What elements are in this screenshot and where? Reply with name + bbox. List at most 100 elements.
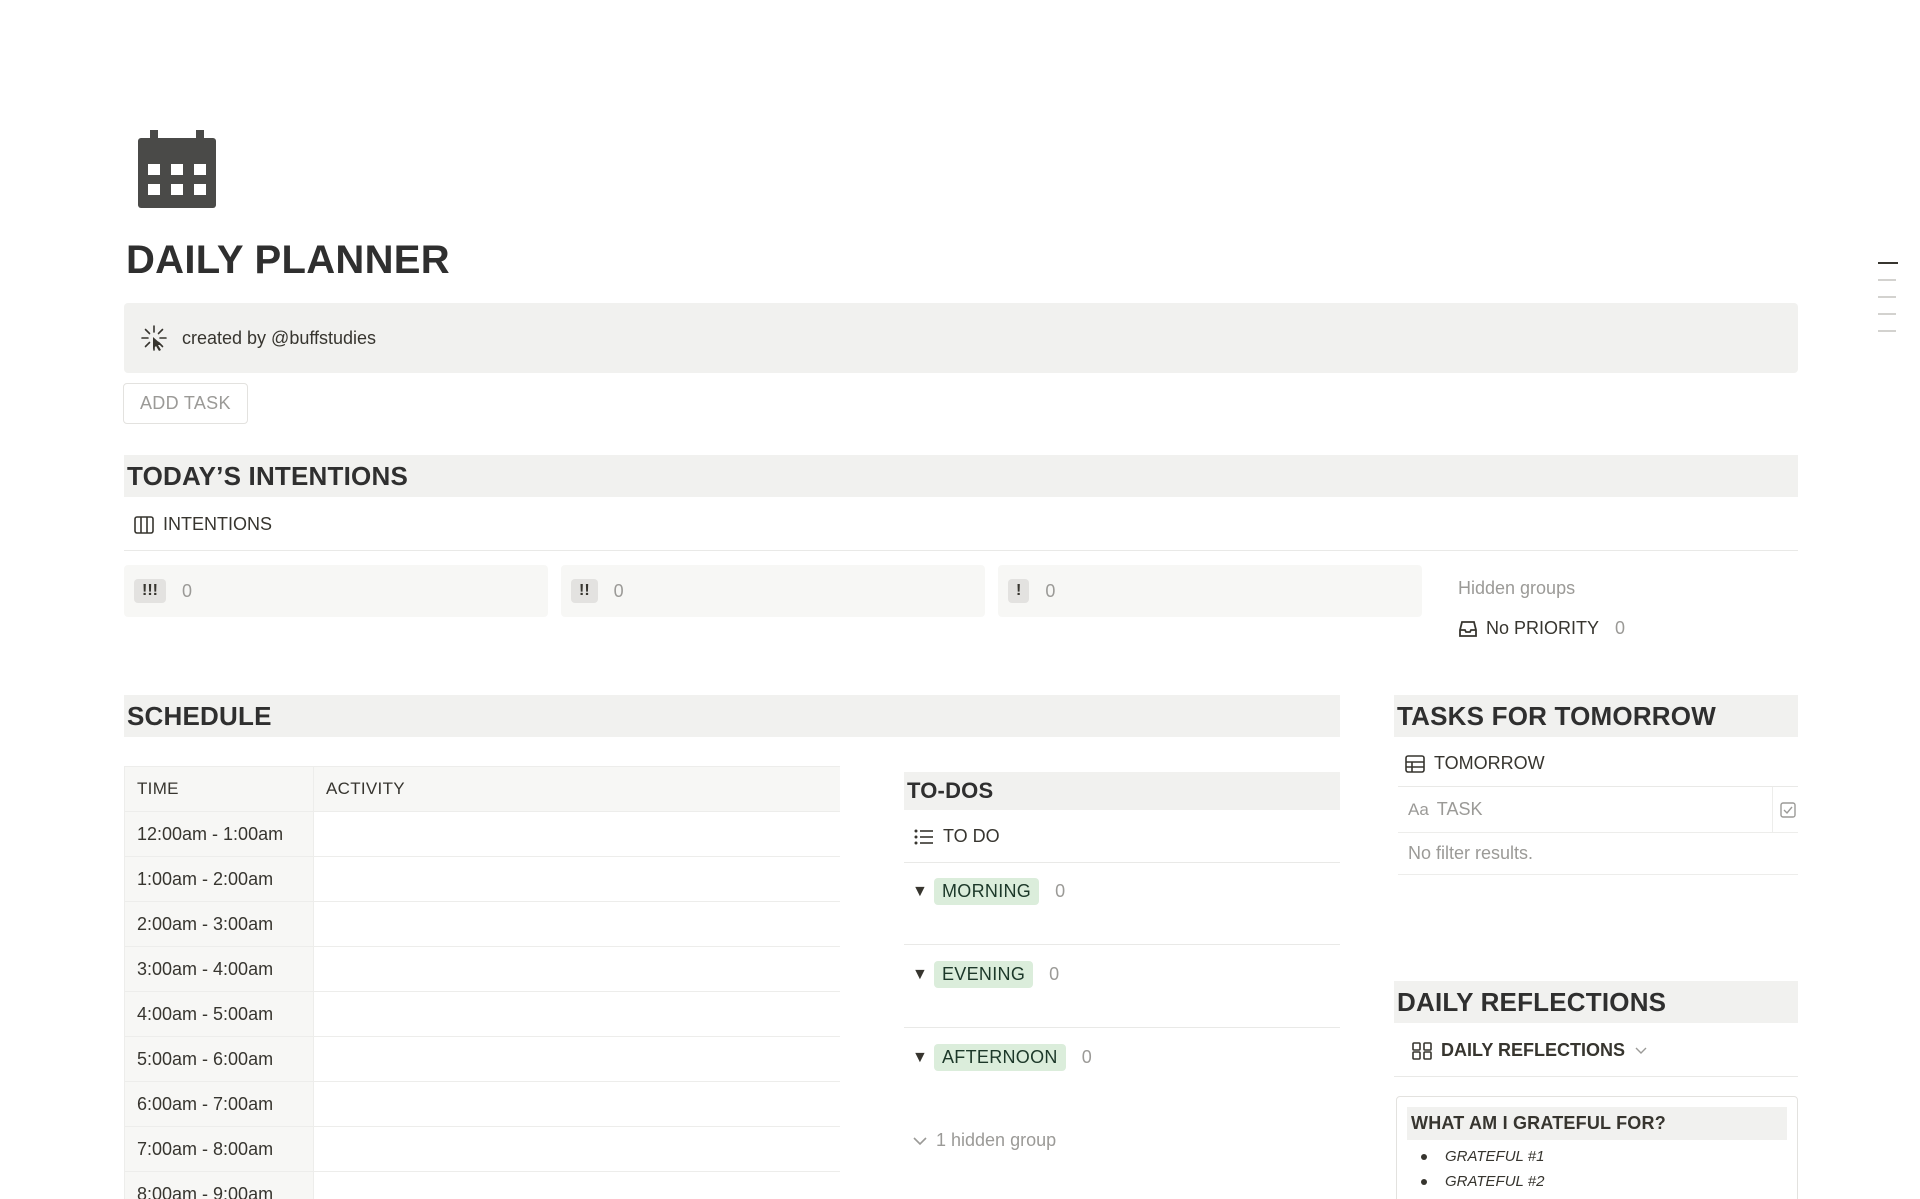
- page-outline[interactable]: [1878, 262, 1898, 347]
- callout-text: created by @buffstudies: [182, 327, 377, 348]
- hidden-group-label: 1 hidden group: [936, 1130, 1057, 1150]
- time-cell[interactable]: 3:00am - 4:00am: [124, 947, 314, 991]
- table-row[interactable]: 7:00am - 8:00am: [124, 1127, 840, 1172]
- tab-todo-label: TO DO: [943, 826, 1000, 846]
- card-title: WHAT AM I GRATEFUL FOR?: [1407, 1107, 1787, 1140]
- list-item: GRATEFUL #1: [1421, 1148, 1787, 1165]
- tab-daily-reflections-label: DAILY REFLECTIONS: [1441, 1040, 1626, 1060]
- gallery-view-icon: [1412, 1041, 1432, 1060]
- activity-cell[interactable]: [314, 1037, 840, 1081]
- table-row[interactable]: 12:00am - 1:00am: [124, 812, 840, 857]
- outline-line[interactable]: [1878, 279, 1896, 281]
- table-row[interactable]: 5:00am - 6:00am: [124, 1037, 840, 1082]
- group-count: 0: [1049, 964, 1060, 984]
- time-cell[interactable]: 8:00am - 9:00am: [124, 1172, 314, 1199]
- priority-badge: !: [1008, 579, 1030, 603]
- time-cell[interactable]: 6:00am - 7:00am: [124, 1082, 314, 1126]
- collapse-triangle-icon[interactable]: ▼: [912, 883, 934, 901]
- column-divider: [1772, 787, 1773, 833]
- tab-intentions[interactable]: INTENTIONS: [134, 514, 272, 535]
- divider: [1394, 1076, 1798, 1077]
- hidden-group-no-priority[interactable]: No PRIORITY 0: [1458, 618, 1625, 639]
- sparkle-cursor-icon: [141, 325, 167, 351]
- page-title: DAILY PLANNER: [126, 238, 450, 282]
- group-afternoon[interactable]: ▼ AFTERNOON 0: [904, 1044, 1092, 1071]
- time-cell[interactable]: 2:00am - 3:00am: [124, 902, 314, 946]
- collapse-triangle-icon[interactable]: ▼: [912, 966, 934, 984]
- group-evening[interactable]: ▼ EVENING 0: [904, 961, 1059, 988]
- tab-daily-reflections[interactable]: DAILY REFLECTIONS: [1412, 1040, 1656, 1061]
- group-tag: MORNING: [934, 878, 1040, 905]
- table-row[interactable]: 1:00am - 2:00am: [124, 857, 840, 902]
- outline-line[interactable]: [1878, 313, 1896, 315]
- schedule-heading: SCHEDULE: [124, 695, 1340, 737]
- chevron-down-icon: [913, 1136, 927, 1145]
- tomorrow-table-header: Aa TASK: [1398, 787, 1798, 833]
- list-view-icon: [914, 829, 933, 844]
- table-view-icon: [1405, 754, 1425, 773]
- column-count: 0: [1045, 580, 1056, 601]
- divider: [904, 944, 1340, 945]
- checkbox-property-icon[interactable]: [1780, 802, 1796, 818]
- column-header-task[interactable]: TASK: [1437, 799, 1483, 820]
- activity-cell[interactable]: [314, 857, 840, 901]
- activity-cell[interactable]: [314, 992, 840, 1036]
- tab-tomorrow[interactable]: TOMORROW: [1405, 753, 1545, 774]
- inbox-icon: [1459, 620, 1477, 637]
- time-cell[interactable]: 4:00am - 5:00am: [124, 992, 314, 1036]
- table-row[interactable]: 4:00am - 5:00am: [124, 992, 840, 1037]
- group-tag: EVENING: [934, 961, 1034, 988]
- table-row[interactable]: 6:00am - 7:00am: [124, 1082, 840, 1127]
- hidden-group-count: 0: [1615, 618, 1626, 638]
- table-row[interactable]: 2:00am - 3:00am: [124, 902, 840, 947]
- group-tag: AFTERNOON: [934, 1044, 1066, 1071]
- collapse-triangle-icon[interactable]: ▼: [912, 1049, 934, 1067]
- reflection-card[interactable]: WHAT AM I GRATEFUL FOR? GRATEFUL #1 GRAT…: [1396, 1096, 1798, 1199]
- time-cell[interactable]: 7:00am - 8:00am: [124, 1127, 314, 1171]
- table-header-row: TIME ACTIVITY: [124, 766, 840, 812]
- table-row[interactable]: 3:00am - 4:00am: [124, 947, 840, 992]
- callout: created by @buffstudies: [124, 303, 1798, 373]
- reflections-heading: DAILY REFLECTIONS: [1394, 981, 1798, 1023]
- priority-badge: !!!: [134, 579, 166, 603]
- activity-cell[interactable]: [314, 1172, 840, 1199]
- intentions-heading: TODAY’S INTENTIONS: [124, 455, 1798, 497]
- list-item: GRATEFUL #2: [1421, 1173, 1787, 1190]
- time-cell[interactable]: 5:00am - 6:00am: [124, 1037, 314, 1081]
- activity-cell[interactable]: [314, 947, 840, 991]
- outline-line-active[interactable]: [1878, 262, 1898, 264]
- column-header-activity[interactable]: ACTIVITY: [314, 767, 840, 811]
- time-cell[interactable]: 1:00am - 2:00am: [124, 857, 314, 901]
- hidden-group-toggle[interactable]: 1 hidden group: [912, 1130, 1056, 1151]
- hidden-group-label: No PRIORITY: [1486, 618, 1600, 638]
- empty-results: No filter results.: [1398, 833, 1798, 875]
- divider: [904, 1027, 1340, 1028]
- divider: [124, 550, 1798, 551]
- group-count: 0: [1081, 1047, 1092, 1067]
- outline-line[interactable]: [1878, 296, 1896, 298]
- column-count: 0: [181, 580, 192, 601]
- activity-cell[interactable]: [314, 902, 840, 946]
- time-cell[interactable]: 12:00am - 1:00am: [124, 812, 314, 856]
- group-count: 0: [1055, 881, 1066, 901]
- todos-heading: TO-DOS: [904, 772, 1340, 810]
- divider: [904, 862, 1340, 863]
- board-column-high[interactable]: !!! 0: [124, 565, 548, 617]
- column-count: 0: [613, 580, 624, 601]
- tab-tomorrow-label: TOMORROW: [1434, 753, 1545, 773]
- activity-cell[interactable]: [314, 812, 840, 856]
- group-morning[interactable]: ▼ MORNING 0: [904, 878, 1065, 905]
- hidden-groups-label: Hidden groups: [1458, 578, 1576, 598]
- text-type-icon: Aa: [1408, 799, 1429, 819]
- chevron-down-icon: [1635, 1047, 1647, 1054]
- column-header-time[interactable]: TIME: [124, 767, 314, 811]
- outline-line[interactable]: [1878, 330, 1896, 332]
- board-column-low[interactable]: ! 0: [998, 565, 1422, 617]
- activity-cell[interactable]: [314, 1127, 840, 1171]
- calendar-icon[interactable]: [138, 130, 216, 208]
- activity-cell[interactable]: [314, 1082, 840, 1126]
- table-row[interactable]: 8:00am - 9:00am: [124, 1172, 840, 1199]
- board-column-medium[interactable]: !! 0: [561, 565, 985, 617]
- add-task-button[interactable]: ADD TASK: [123, 383, 248, 424]
- tab-todo[interactable]: TO DO: [914, 826, 1000, 847]
